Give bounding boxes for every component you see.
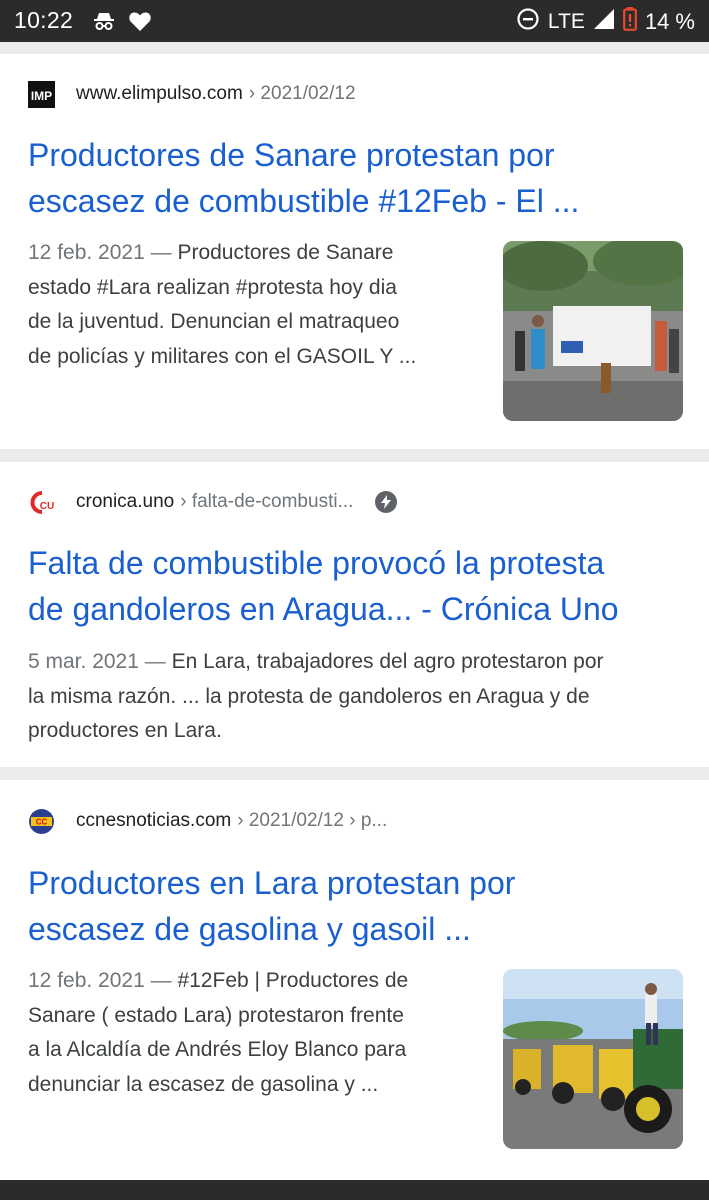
result-date: 5 mar. 2021 <box>28 650 139 673</box>
snippet-line: En Lara, trabajadores del agro protestar… <box>171 650 604 673</box>
do-not-disturb-icon <box>516 7 540 37</box>
result-site: www.elimpulso.com <box>76 83 243 104</box>
result-path: › falta-de-combusti... <box>180 491 354 512</box>
clock: 10:22 <box>14 7 74 33</box>
date-separator: — <box>138 650 172 673</box>
ccnes-favicon-icon: CC <box>28 808 55 835</box>
snippet-line: productores en Lara. <box>28 719 222 742</box>
search-result-card: CC ccnesnoticias.com › 2021/02/12 › p...… <box>0 780 709 1180</box>
title-line: escasez de combustible #12Feb - El ... <box>28 183 580 219</box>
navigation-bar <box>0 1180 709 1200</box>
result-source[interactable]: IMP www.elimpulso.com › 2021/02/12 <box>28 79 356 109</box>
snippet-line: a la Alcaldía de Andrés Eloy Blanco para <box>28 1038 407 1061</box>
result-path: › 2021/02/12 <box>248 83 356 104</box>
result-date: 12 feb. 2021 <box>28 969 145 992</box>
snippet-line: estado #Lara realizan #protesta hoy dia <box>28 275 397 299</box>
result-snippet: 12 feb. 2021 — Productores de Sanare est… <box>28 236 416 374</box>
date-separator: — <box>144 241 178 264</box>
title-line: Falta de combustible provocó la protesta <box>28 545 605 581</box>
favicon-text: CC <box>36 817 48 826</box>
incognito-icon <box>92 9 116 38</box>
snippet-line: de policías y militares con el GASOIL Y … <box>28 344 417 368</box>
result-thumbnail-image[interactable] <box>503 969 683 1149</box>
snippet-line: #12Feb | Productores de <box>177 969 409 992</box>
snippet-line: Productores de Sanare <box>177 241 394 264</box>
snippet-line: denunciar la escasez de gasolina y ... <box>28 1072 379 1096</box>
network-type: LTE <box>547 10 585 33</box>
result-snippet: 12 feb. 2021 — #12Feb | Productores de S… <box>28 964 408 1102</box>
snippet-line: de la juventud. Denuncian el matraqueo <box>28 310 400 333</box>
battery-percent: 14 % <box>644 9 695 34</box>
result-path: › 2021/02/12 › p... <box>237 810 388 831</box>
status-bar: 10:22 LTE 14 % <box>0 0 709 42</box>
result-snippet: 5 mar. 2021 — En Lara, trabajadores del … <box>28 645 604 749</box>
result-thumbnail-image[interactable] <box>503 241 683 421</box>
heart-icon <box>128 10 152 37</box>
title-line: Productores de Sanare protestan por <box>28 137 555 173</box>
search-result-card: IMP www.elimpulso.com › 2021/02/12 Produ… <box>0 54 709 449</box>
search-result-card: CU cronica.uno › falta-de-combusti... Fa… <box>0 462 709 767</box>
title-line: Productores en Lara protestan por <box>28 865 516 901</box>
result-site: ccnesnoticias.com <box>76 810 232 831</box>
snippet-line: Sanare ( estado Lara) protestaron frente <box>28 1003 404 1027</box>
title-line: escasez de gasolina y gasoil ... <box>28 911 471 947</box>
elimpulso-favicon-icon: IMP <box>28 80 55 108</box>
title-line: de gandoleros en Aragua... - Crónica Uno <box>28 591 619 627</box>
favicon-text: IMP <box>31 89 52 103</box>
battery-icon <box>622 7 637 37</box>
result-title-link[interactable]: Productores en Lara protestan por escase… <box>28 860 515 952</box>
amp-lightning-icon <box>375 491 398 513</box>
result-title-link[interactable]: Falta de combustible provocó la protesta… <box>28 540 619 632</box>
result-site: cronica.uno <box>76 491 175 512</box>
favicon-text: CU <box>40 501 54 512</box>
signal-icon <box>593 8 615 36</box>
result-title-link[interactable]: Productores de Sanare protestan por esca… <box>28 132 579 224</box>
snippet-line: la misma razón. ... la protesta de gando… <box>28 684 590 708</box>
result-source[interactable]: CU cronica.uno › falta-de-combusti... <box>28 487 398 517</box>
result-date: 12 feb. 2021 <box>28 241 145 264</box>
date-separator: — <box>144 969 178 992</box>
cronica-uno-favicon-icon: CU <box>28 488 55 516</box>
result-source[interactable]: CC ccnesnoticias.com › 2021/02/12 › p... <box>28 806 387 836</box>
